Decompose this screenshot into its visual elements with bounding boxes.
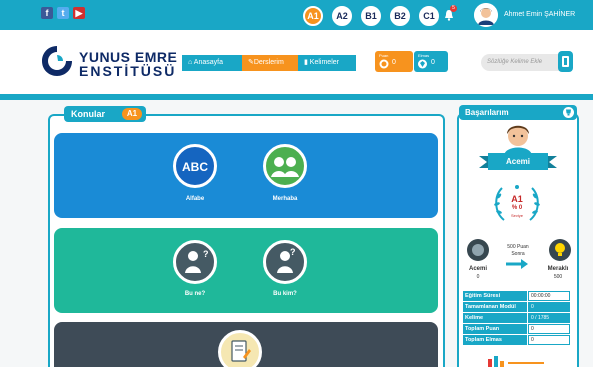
svg-text:?: ? bbox=[203, 249, 209, 259]
question-object-icon[interactable]: ? bbox=[173, 240, 217, 284]
lightbulb-icon bbox=[549, 239, 571, 261]
header: YUNUS EMRE ENSTİTÜSÜ ⌂ Anasayfa ✎Dersler… bbox=[0, 30, 593, 94]
avatar[interactable] bbox=[474, 3, 498, 27]
notification-badge: 5 bbox=[450, 5, 457, 12]
current-rank-value: 0 bbox=[476, 274, 480, 280]
nav-kelimeler[interactable]: ▮ Kelimeler bbox=[298, 55, 356, 71]
nav-anasayfa[interactable]: ⌂ Anasayfa bbox=[182, 55, 242, 71]
next-rank-label: Meraklı bbox=[547, 266, 569, 272]
points-value: 0 bbox=[392, 59, 396, 66]
stat-row-tamamlanan-modul: Tamamlanan Modül 0 bbox=[463, 302, 570, 312]
next-rank-value: 500 bbox=[553, 274, 563, 280]
wreath-sublabel: Seviye bbox=[510, 213, 523, 218]
diamond-value: 0 bbox=[431, 59, 435, 66]
achievements-title: Başarılarım bbox=[465, 108, 509, 117]
topic-label-bu-kim[interactable]: Bu kim? bbox=[245, 291, 325, 297]
rank-label: Acemi bbox=[505, 157, 530, 166]
topic-card bbox=[54, 228, 438, 313]
people-icon[interactable] bbox=[263, 144, 307, 188]
topics-title: Konular bbox=[71, 109, 106, 119]
search-input[interactable]: Sözlüğe Kelime Ekle bbox=[481, 54, 570, 71]
level-a2-button[interactable]: A2 bbox=[332, 6, 352, 26]
mini-chart-icon bbox=[488, 356, 544, 367]
nav-derslerim[interactable]: ✎Derslerim bbox=[242, 55, 298, 71]
notebook-icon[interactable] bbox=[218, 330, 262, 367]
diamond-icon bbox=[418, 59, 427, 69]
arrow-right-icon bbox=[506, 259, 528, 269]
level-b2-button[interactable]: B2 bbox=[390, 6, 410, 26]
topic-label-alfabe[interactable]: Alfabe bbox=[155, 196, 235, 202]
youtube-icon[interactable]: ▶ bbox=[73, 7, 85, 19]
search-button[interactable] bbox=[558, 51, 573, 72]
top-bar: f t ▶ A1 A2 B1 B2 C1 5 Ahmet Emin ŞAHİNE… bbox=[0, 0, 593, 30]
svg-text:?: ? bbox=[290, 247, 296, 257]
points-badge: Puan 0 bbox=[375, 51, 413, 72]
question-person-icon[interactable]: ? bbox=[263, 240, 307, 284]
level-a1-button[interactable]: A1 bbox=[303, 6, 323, 26]
stat-row-kelime: Kelime 0 / 1785 bbox=[463, 313, 570, 323]
stat-row-egitim-suresi: Eğitim Süresi 00:00:00 bbox=[463, 291, 570, 301]
logo-text-line2[interactable]: ENSTİTÜSÜ bbox=[79, 63, 176, 79]
wreath-percent: % 0 bbox=[511, 205, 523, 211]
dictionary-add-icon bbox=[562, 56, 569, 67]
coin-icon bbox=[379, 59, 389, 69]
current-rank-label: Acemi bbox=[468, 266, 487, 272]
topics-level-badge: A1 bbox=[122, 108, 142, 120]
student-avatar-icon bbox=[504, 125, 532, 155]
topic-card bbox=[54, 133, 438, 218]
facebook-icon[interactable]: f bbox=[41, 7, 53, 19]
abc-icon[interactable]: ABC bbox=[173, 144, 217, 188]
user-name[interactable]: Ahmet Emin ŞAHİNER bbox=[504, 11, 575, 18]
topic-label-merhaba[interactable]: Merhaba bbox=[245, 196, 325, 202]
wreath-level: A1 bbox=[511, 194, 523, 204]
svg-text:ABC: ABC bbox=[182, 160, 208, 174]
twitter-icon[interactable]: t bbox=[57, 7, 69, 19]
level-c1-button[interactable]: C1 bbox=[419, 6, 439, 26]
diamond-badge: Elmas 0 bbox=[414, 51, 448, 72]
logo-icon[interactable] bbox=[39, 43, 75, 79]
stat-row-toplam-puan: Toplam Puan 0 bbox=[463, 324, 570, 334]
next-rank-after: Sonra bbox=[511, 251, 525, 257]
brain-gray-icon bbox=[467, 239, 489, 261]
topic-label-bu-ne[interactable]: Bu ne? bbox=[155, 291, 235, 297]
level-b1-button[interactable]: B1 bbox=[361, 6, 381, 26]
stat-row-toplam-elmas: Toplam Elmas 0 bbox=[463, 335, 570, 345]
next-rank-points: 500 Puan bbox=[507, 244, 529, 250]
trophy-icon[interactable] bbox=[563, 107, 574, 118]
